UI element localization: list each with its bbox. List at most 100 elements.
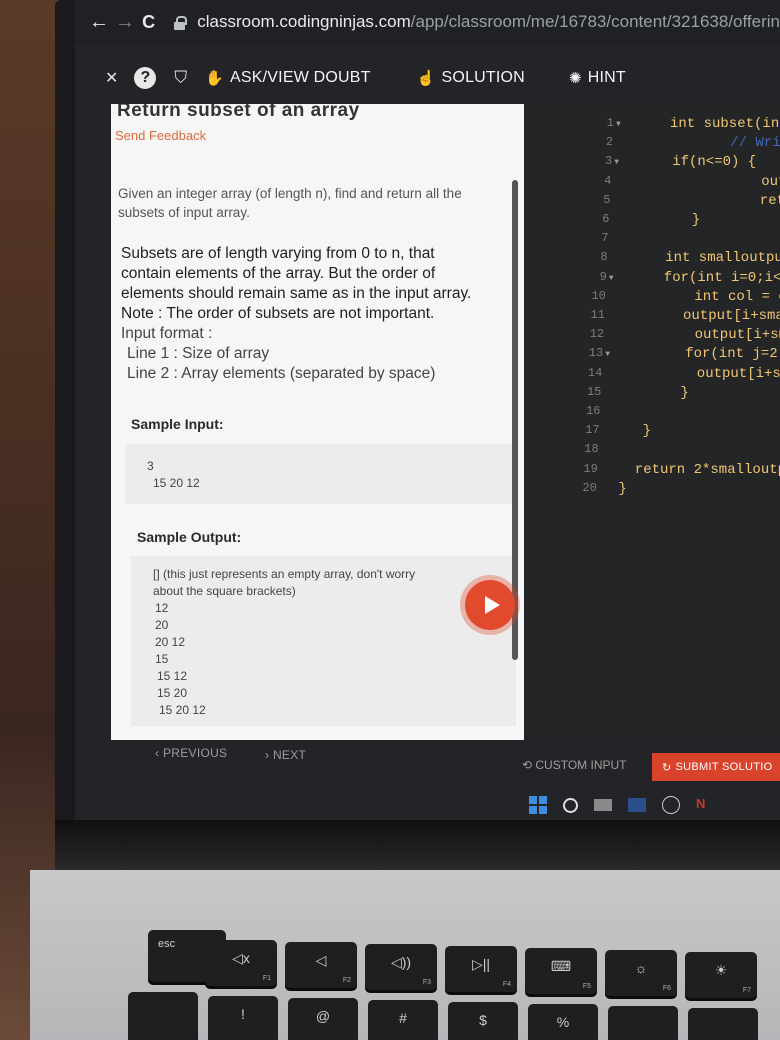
taskview-icon[interactable]	[594, 799, 612, 811]
previous-button[interactable]: ‹ PREVIOUS	[155, 746, 227, 760]
fold-arrow-icon[interactable]: ▼	[614, 158, 619, 167]
taskbar: N	[515, 790, 780, 820]
back-button[interactable]: ←	[89, 11, 109, 34]
submit-solution-button[interactable]: ↻ SUBMIT SOLUTIO	[652, 753, 780, 781]
solution-icon: ☝	[416, 70, 436, 87]
code-editor[interactable]: 1▼int subset(int input[]2 // Write your …	[530, 104, 780, 740]
solution-button[interactable]: ☝ SOLUTION	[417, 69, 525, 87]
meet-icon[interactable]	[628, 798, 646, 812]
submit-label: SUBMIT SOLUTIO	[675, 761, 773, 773]
code-line[interactable]: 14 output[i+smalloutp	[530, 366, 780, 384]
f4-key[interactable]: ▷|| F4	[445, 946, 517, 992]
forward-button[interactable]: →	[115, 11, 135, 34]
sample-output-line: 20	[155, 618, 169, 632]
code-line[interactable]: 1▼ int subset(int input[]	[530, 116, 780, 134]
line-number: 2	[605, 135, 614, 150]
code-line[interactable]: 4 output[0][0]=0;	[530, 174, 780, 192]
fold-arrow-icon[interactable]: ▼	[616, 120, 621, 129]
url-field[interactable]: classroom.codingninjas.com/app/classroom…	[174, 12, 780, 32]
code-line[interactable]: 6 }	[530, 212, 780, 230]
send-feedback-link[interactable]: Send Feedback	[115, 128, 206, 143]
line-number: 14	[587, 365, 603, 380]
fold-arrow-icon[interactable]: ▼	[605, 350, 610, 359]
code-text: output[i+smalloutp	[694, 327, 780, 344]
input-format-line: Line 2 : Array elements (separated by sp…	[127, 365, 436, 382]
input-format-heading: Input format :	[121, 325, 213, 342]
play-video-button[interactable]	[465, 580, 515, 630]
code-line[interactable]: 8 int smalloutput = subs	[530, 250, 780, 268]
percent-key[interactable]: %	[528, 1004, 598, 1040]
sample-input-line: 15 20 12	[153, 476, 200, 490]
at-key[interactable]: @	[288, 998, 358, 1040]
help-icon[interactable]: ?	[134, 67, 157, 89]
f1-label: F1	[262, 975, 271, 982]
line-number: 17	[585, 423, 600, 438]
f5-key[interactable]: ⌨ F5	[525, 948, 597, 994]
url-host: classroom.codingninjas.com	[197, 12, 411, 31]
custom-input-label: CUSTOM INPUT	[535, 758, 627, 772]
reload-button[interactable]: C	[141, 12, 156, 33]
sample-output-line: 15 20	[157, 686, 188, 700]
tilde-key[interactable]	[128, 992, 198, 1040]
code-text: for(int j=2; j<col+	[685, 346, 780, 363]
f1-key[interactable]: ◁x F1	[205, 940, 277, 986]
sample-output-line: 20 12	[155, 635, 186, 649]
code-line[interactable]: 11 output[i+smalloutput	[530, 308, 780, 326]
f3-key[interactable]: ◁)) F3	[365, 944, 437, 990]
problem-description: Given an integer array (of length n), fi…	[118, 184, 518, 222]
code-line[interactable]: 18	[530, 442, 780, 460]
collapse-icon[interactable]: ✕	[105, 68, 118, 88]
code-line[interactable]: 15}	[530, 385, 780, 403]
f3-label: F3	[422, 979, 431, 986]
next-button[interactable]: › NEXT	[265, 748, 306, 762]
exclamation-key[interactable]: !	[208, 996, 278, 1040]
code-line[interactable]: 16	[530, 404, 780, 422]
search-icon[interactable]	[563, 797, 578, 813]
problem-details: Subsets are of length varying from 0 to …	[121, 244, 517, 384]
code-line[interactable]: 12 output[i+smalloutp	[530, 327, 780, 345]
bookmark-icon[interactable]: ⛉	[174, 68, 187, 88]
line-number: 20	[582, 480, 597, 495]
ask-doubt-label: ASK/VIEW DOUBT	[230, 69, 371, 86]
play-pause-icon: ▷||	[471, 956, 491, 972]
code-line[interactable]: 20}	[530, 481, 780, 499]
mute-icon: ◁x	[232, 950, 250, 966]
custom-input-toggle[interactable]: ⟲ CUSTOM INPUT	[522, 758, 627, 772]
problem-title: Return subset of an array	[117, 104, 360, 121]
line-number: 11	[590, 308, 605, 322]
code-line[interactable]: 19 return 2*smalloutput;	[530, 462, 780, 480]
fold-arrow-icon[interactable]: ▼	[609, 274, 614, 283]
code-line[interactable]: 9▼ for(int i=0;i<smallout	[530, 270, 780, 288]
brightness-down-icon: ☼	[634, 960, 648, 976]
solution-label: SOLUTION	[441, 69, 525, 86]
hand-icon: ✋	[205, 70, 225, 87]
code-text: output[0][0]=0;	[761, 173, 780, 190]
sample-output-label: Sample Output:	[137, 529, 242, 545]
code-text: int subset(int input[]	[670, 116, 780, 132]
code-line[interactable]: 13▼ for(int j=2; j<col+	[530, 346, 780, 364]
caret-key[interactable]	[608, 1006, 678, 1040]
hint-button[interactable]: ✺ HINT	[569, 69, 626, 87]
code-text: // Write your code	[730, 135, 780, 152]
hash-key[interactable]: #	[368, 1000, 438, 1040]
line-number: 1	[606, 116, 614, 130]
ampersand-key[interactable]	[688, 1008, 758, 1040]
dell-icon[interactable]	[662, 796, 680, 814]
f6-key[interactable]: ☼ F6	[605, 950, 677, 996]
f7-label: F7	[742, 987, 751, 994]
problem-toolbar: ✕ ? ⛉ ✋ ASK/VIEW DOUBT ☝ SOLUTION ✺ HINT	[75, 52, 780, 104]
ask-doubt-button[interactable]: ✋ ASK/VIEW DOUBT	[205, 69, 371, 87]
f7-key[interactable]: ☀ F7	[685, 952, 757, 998]
code-line[interactable]: 5 return 1;	[530, 193, 780, 211]
panel-scrollbar[interactable]	[512, 180, 518, 660]
f2-key[interactable]: ◁ F2	[285, 942, 357, 988]
code-line[interactable]: 2 // Write your code	[530, 135, 780, 153]
code-line[interactable]: 10 int col = output[i	[530, 289, 780, 307]
dollar-key[interactable]: $	[448, 1002, 518, 1040]
code-line[interactable]: 3 ▼ if(n<=0) {	[530, 154, 780, 172]
windows-start-icon[interactable]	[529, 796, 547, 814]
netflix-icon[interactable]: N	[696, 796, 714, 814]
input-format-line: Line 1 : Size of array	[127, 345, 270, 362]
code-line[interactable]: 7	[530, 231, 780, 249]
code-line[interactable]: 17}	[530, 423, 780, 441]
